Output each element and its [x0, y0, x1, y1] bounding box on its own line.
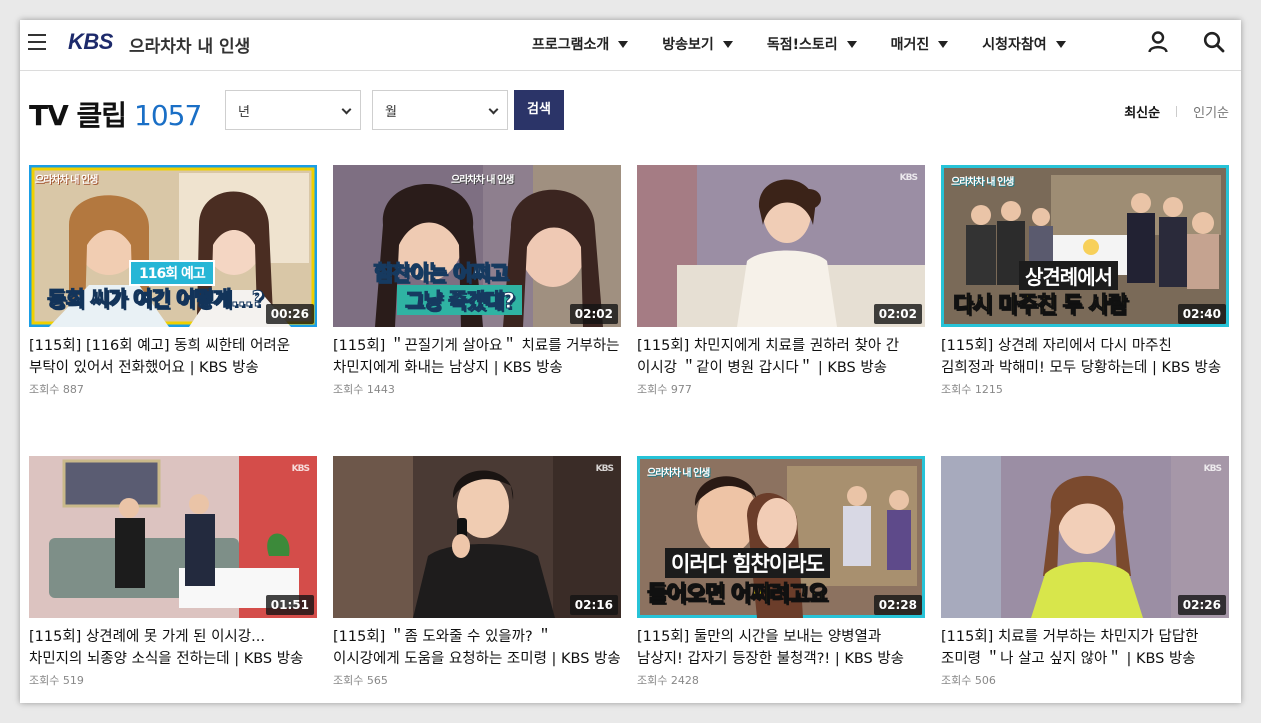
view-count: 조회수 977	[637, 383, 692, 396]
year-select-value: 년	[238, 105, 250, 120]
clip-title[interactable]: [115회] 둘만의 시간을 보내는 양병열과 남상지! 갑자기 등장한 불청객…	[637, 626, 925, 670]
clip-title[interactable]: [115회] 차민지에게 치료를 권하러 찾아 간 이시강 ＂같이 병원 갑시다…	[637, 335, 925, 379]
thumbnail-caption-top: 상견례에서	[1019, 261, 1118, 290]
nav-exclusive-story[interactable]: 독점!스토리	[767, 34, 857, 54]
clip-card[interactable]: 힘찬이는 어쩌고 그냥 죽겠대? 으라차차 내 인생 02:02 [115회] …	[333, 165, 621, 397]
view-count: 조회수 565	[333, 674, 388, 687]
clip-title[interactable]: [115회] 치료를 거부하는 차민지가 답답한 조미령 ＂나 살고 싶지 않아…	[941, 626, 1229, 670]
thumbnail-image	[333, 456, 621, 618]
program-watermark: 으라차차 내 인생	[647, 468, 710, 479]
clip-title[interactable]: [115회] 상견례 자리에서 다시 마주친 김희정과 박해미! 모두 당황하는…	[941, 335, 1229, 379]
caret-down-icon	[1055, 40, 1066, 48]
site-header: KBS 으라차차 내 인생 프로그램소개 방송보기 독점!스토리 매거진 시청자…	[20, 20, 1241, 71]
clip-title[interactable]: [115회] ＂좀 도와줄 수 있을까? ＂ 이시강에게 도움을 요청하는 조미…	[333, 626, 621, 670]
thumbnail-caption: 다시 마주친 두 사람	[953, 293, 1129, 319]
clip-duration: 02:02	[569, 304, 618, 324]
kbs-watermark: KBS	[595, 464, 614, 474]
thumbnail-image	[941, 456, 1229, 618]
hamburger-menu-icon[interactable]	[28, 34, 46, 50]
thumbnail-caption-top: 이러다 힘찬이라도	[665, 548, 830, 578]
kbs-watermark: KBS	[1203, 464, 1222, 474]
year-select[interactable]: 년	[225, 90, 361, 130]
nav-viewer-participation[interactable]: 시청자참여	[982, 34, 1066, 54]
nav-magazine[interactable]: 매거진	[891, 34, 949, 54]
program-watermark: 으라차차 내 인생	[35, 175, 98, 186]
program-title[interactable]: 으라차차 내 인생	[129, 32, 250, 57]
nav-label: 매거진	[890, 37, 930, 53]
kbs-watermark: KBS	[899, 173, 918, 183]
thumbnail-caption: 들어오면 어쩌려고요	[647, 582, 829, 608]
clip-card[interactable]: 상견례에서 다시 마주친 두 사람 으라차차 내 인생 02:40 [115회]…	[941, 165, 1229, 397]
view-count: 조회수 887	[29, 383, 84, 396]
nav-label: 시청자참여	[982, 37, 1047, 53]
clip-thumbnail[interactable]: KBS 02:02	[637, 165, 925, 327]
user-icon[interactable]	[1148, 31, 1168, 53]
clip-thumbnail[interactable]: KBS 02:16	[333, 456, 621, 618]
search-button[interactable]: 검색	[514, 90, 564, 130]
clip-duration: 02:28	[873, 595, 922, 615]
caret-down-icon	[846, 40, 857, 48]
view-count: 조회수 2428	[637, 674, 699, 687]
sort-latest[interactable]: 최신순	[1124, 102, 1160, 121]
clip-card[interactable]: 이러다 힘찬이라도 들어오면 어쩌려고요 으라차차 내 인생 02:28 [11…	[637, 456, 925, 688]
chevron-down-icon	[341, 104, 352, 115]
clip-card[interactable]: KBS 02:02 [115회] 차민지에게 치료를 권하러 찾아 간 이시강 …	[637, 165, 925, 397]
clip-thumbnail[interactable]: 힘찬이는 어쩌고 그냥 죽겠대? 으라차차 내 인생 02:02	[333, 165, 621, 327]
view-count: 조회수 519	[29, 674, 84, 687]
clip-thumbnail[interactable]: 상견례에서 다시 마주친 두 사람 으라차차 내 인생 02:40	[941, 165, 1229, 327]
clip-duration: 00:26	[265, 304, 314, 324]
clip-thumbnail[interactable]: KBS 02:26	[941, 456, 1229, 618]
nav-broadcast[interactable]: 방송보기	[662, 34, 733, 54]
clip-thumbnail[interactable]: 116회 예고 동희 씨가 여긴 어떻게...? 으라차차 내 인생 00:26	[29, 165, 317, 327]
month-select[interactable]: 월	[372, 90, 508, 130]
view-count: 조회수 1215	[941, 383, 1003, 396]
kbs-watermark: KBS	[291, 464, 310, 474]
main-nav: 프로그램소개 방송보기 독점!스토리 매거진 시청자참여	[532, 34, 1100, 54]
search-icon[interactable]	[1203, 31, 1225, 53]
caret-down-icon	[722, 40, 733, 48]
month-select-value: 월	[385, 105, 397, 120]
nav-label: 독점!스토리	[766, 37, 838, 53]
nav-program-intro[interactable]: 프로그램소개	[532, 34, 629, 54]
caret-down-icon	[618, 40, 629, 48]
view-count: 조회수 506	[941, 674, 996, 687]
thumbnail-caption: 동희 씨가 여긴 어떻게...?	[47, 287, 265, 312]
clip-duration: 01:51	[265, 595, 314, 615]
clip-duration: 02:02	[873, 304, 922, 324]
clip-card[interactable]: KBS 02:16 [115회] ＂좀 도와줄 수 있을까? ＂ 이시강에게 도…	[333, 456, 621, 688]
clip-count: 1057	[134, 99, 202, 132]
chevron-down-icon	[488, 104, 499, 115]
kbs-logo[interactable]: KBS	[68, 29, 113, 55]
program-watermark: 으라차차 내 인생	[451, 175, 514, 186]
sort-divider	[1176, 106, 1178, 117]
thumbnail-caption: 그냥 죽겠대?	[397, 285, 523, 315]
page: KBS 으라차차 내 인생 프로그램소개 방송보기 독점!스토리 매거진 시청자…	[20, 20, 1241, 703]
clip-duration: 02:16	[569, 595, 618, 615]
page-title: TV 클립 1057	[29, 94, 202, 134]
clip-card[interactable]: KBS 02:26 [115회] 치료를 거부하는 차민지가 답답한 조미령 ＂…	[941, 456, 1229, 688]
caret-down-icon	[938, 40, 949, 48]
page-title-text: TV 클립	[29, 99, 127, 132]
clip-title[interactable]: [115회] [116회 예고] 동희 씨한테 어려운 부탁이 있어서 전화했어…	[29, 335, 317, 379]
thumbnail-image	[637, 165, 925, 327]
sort-options: 최신순 인기순	[1124, 102, 1229, 121]
thumbnail-image	[29, 456, 317, 618]
clip-duration: 02:26	[1177, 595, 1226, 615]
nav-label: 프로그램소개	[532, 37, 610, 53]
clip-thumbnail[interactable]: KBS 01:51	[29, 456, 317, 618]
nav-label: 방송보기	[662, 37, 714, 53]
clip-thumbnail[interactable]: 이러다 힘찬이라도 들어오면 어쩌려고요 으라차차 내 인생 02:28	[637, 456, 925, 618]
program-watermark: 으라차차 내 인생	[951, 177, 1014, 188]
view-count: 조회수 1443	[333, 383, 395, 396]
clip-card[interactable]: 116회 예고 동희 씨가 여긴 어떻게...? 으라차차 내 인생 00:26…	[29, 165, 317, 397]
clip-title[interactable]: [115회] 상견례에 못 가게 된 이시강... 차민지의 뇌종양 소식을 전…	[29, 626, 317, 670]
clip-duration: 02:40	[1177, 304, 1226, 324]
sort-popular[interactable]: 인기순	[1193, 102, 1229, 121]
clip-title[interactable]: [115회] ＂끈질기게 살아요＂ 치료를 거부하는 차민지에게 화내는 남상지…	[333, 335, 621, 379]
thumbnail-caption-top: 힘찬이는 어쩌고	[373, 261, 510, 286]
clip-card[interactable]: KBS 01:51 [115회] 상견례에 못 가게 된 이시강... 차민지의…	[29, 456, 317, 688]
